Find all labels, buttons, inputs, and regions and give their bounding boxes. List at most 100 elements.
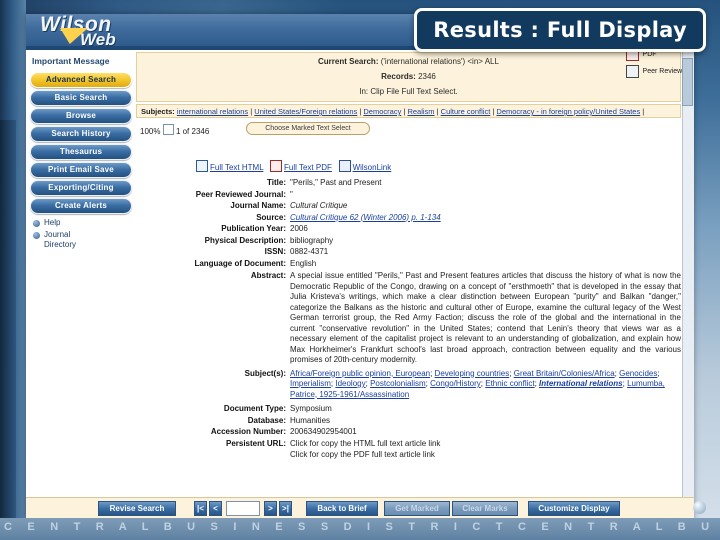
records-label: Records: — [381, 72, 416, 81]
field-document-type: Document Type: Symposium — [136, 404, 681, 415]
subject-bar-label: Subjects: — [141, 107, 175, 116]
scrollbar-thumb[interactable] — [682, 58, 693, 106]
first-page-button[interactable]: |< — [194, 501, 207, 516]
vertical-scrollbar[interactable] — [682, 50, 694, 498]
legend-item-peer-reviewed: Peer Reviewed — [625, 65, 690, 78]
record-subject-8[interactable]: Ethnic conflict — [485, 379, 534, 388]
sidebar-item-thesaurus[interactable]: Thesaurus — [30, 144, 132, 160]
footer-toolbar: Revise Search |< < > >| Back to Brief Ge… — [26, 497, 694, 520]
record-subject-9[interactable]: International relations — [539, 379, 623, 388]
field-persistent-url-pdf: Click for copy the PDF full text article… — [136, 450, 681, 461]
field-document-type-label: Document Type: — [223, 404, 286, 413]
sidebar-link-help[interactable]: Help — [44, 218, 60, 227]
subject-link-3[interactable]: Realism — [407, 107, 434, 116]
customize-display-button[interactable]: Customize Display — [528, 501, 620, 516]
slide-footer-band-text: C E N T R A L B U S I N E S S D I S T R … — [4, 521, 720, 533]
full-text-pdf-link[interactable]: Full Text PDF — [284, 163, 332, 172]
decorative-left-pillar-inner — [0, 120, 16, 540]
clear-marks-button[interactable]: Clear Marks — [452, 501, 518, 516]
slide-title-overlay: Results : Full Display — [414, 8, 706, 52]
field-journal-name-label: Journal Name: — [230, 201, 286, 210]
page-checkbox[interactable] — [162, 124, 174, 135]
field-subjects: Subject(s): Africa/Foreign public opinio… — [136, 369, 681, 401]
choose-marked-text-select-button[interactable]: Choose Marked Text Select — [246, 122, 370, 135]
wilsonlink-icon — [338, 160, 351, 172]
field-peer-reviewed-label: Peer Reviewed Journal: — [195, 189, 286, 199]
peer-reviewed-icon — [625, 65, 639, 78]
record-subject-2[interactable]: Great Britain/Colonies/Africa — [514, 369, 615, 378]
field-issn-label: ISSN: — [264, 247, 286, 256]
back-to-brief-button[interactable]: Back to Brief — [306, 501, 378, 516]
important-message: Important Message — [32, 56, 110, 66]
subject-link-4[interactable]: Culture conflict — [441, 107, 491, 116]
last-page-button[interactable]: >| — [279, 501, 292, 516]
legend-label-pdf: PDF — [642, 51, 657, 58]
sidebar-item-basic-search[interactable]: Basic Search — [30, 90, 132, 106]
main-content: Current Search: ('international relation… — [136, 50, 694, 498]
revise-search-button[interactable]: Revise Search — [98, 501, 176, 516]
field-peer-reviewed-value: " — [290, 189, 293, 199]
field-accession-number-value: 200634902954001 — [290, 427, 357, 436]
next-page-button[interactable]: > — [264, 501, 277, 516]
field-accession-number: Accession Number: 200634902954001 — [136, 427, 681, 438]
record-subject-3[interactable]: Genocides — [619, 369, 657, 378]
field-physical-description-label: Physical Description: — [204, 235, 286, 245]
sidebar-item-exporting-citing[interactable]: Exporting/Citing — [30, 180, 132, 196]
subject-link-5[interactable]: Democracy - in foreign policy/United Sta… — [496, 107, 640, 116]
field-abstract-value: A special issue entitled "Perils," Past … — [290, 271, 681, 364]
browser-window: Wilson Web Results: Full Display Importa… — [26, 14, 694, 520]
field-persistent-url-label: Persistent URL: — [225, 438, 286, 448]
field-abstract-label: Abstract: — [250, 271, 286, 280]
field-persistent-url-value[interactable]: Click for copy the HTML full text articl… — [290, 439, 681, 450]
sidebar-item-advanced-search[interactable]: Advanced Search — [30, 72, 132, 88]
field-language-value: English — [290, 258, 317, 268]
record-subject-6[interactable]: Postcolonialism — [370, 379, 426, 388]
field-journal-name-value: Cultural Critique — [290, 201, 348, 210]
record-toolbar: 100% 1 of 2346 — [140, 124, 209, 136]
record-fulltext-links: Full Text HTML Full Text PDF WilsonLink — [196, 160, 391, 172]
field-physical-description: Physical Description: bibliography — [136, 236, 681, 247]
field-language: Language of Document: English — [136, 259, 681, 270]
sidebar-item-print-email-save[interactable]: Print Email Save — [30, 162, 132, 178]
sidebar-link-directory[interactable]: Directory — [44, 240, 76, 249]
field-database: Database: Humanities — [136, 416, 681, 427]
subject-link-2[interactable]: Democracy — [363, 107, 401, 116]
field-persistent-url: Persistent URL: Click for copy the HTML … — [136, 439, 681, 450]
field-database-value: Humanities — [290, 415, 331, 425]
decorative-orb — [693, 501, 706, 514]
record-subject-7[interactable]: Congo/History — [430, 379, 481, 388]
field-language-label: Language of Document: — [194, 258, 286, 268]
field-document-type-value: Symposium — [290, 404, 332, 413]
field-title: Title: "Perils," Past and Present — [136, 178, 681, 189]
records-line: Records: 2346 — [143, 71, 674, 82]
sidebar: Important Message Advanced Search Basic … — [26, 50, 136, 498]
record-subject-0[interactable]: Africa/Foreign public opinion, European — [290, 369, 430, 378]
sidebar-link-journal[interactable]: Journal — [44, 230, 70, 239]
record-subject-1[interactable]: Developing countries — [435, 369, 510, 378]
field-source-value[interactable]: Cultural Critique 62 (Winter 2006) p. 1-… — [290, 213, 441, 222]
current-search-label: Current Search: — [318, 57, 379, 66]
subject-link-1[interactable]: United States/Foreign relations — [254, 107, 357, 116]
record-subject-4[interactable]: Imperialism — [290, 379, 331, 388]
get-marked-button[interactable]: Get Marked — [384, 501, 450, 516]
prev-page-button[interactable]: < — [209, 501, 222, 516]
field-publication-year-label: Publication Year: — [221, 224, 286, 233]
full-text-html-link[interactable]: Full Text HTML — [210, 163, 263, 172]
icon-legend: PDF Peer Reviewed — [625, 48, 690, 82]
subject-link-0[interactable]: international relations — [177, 107, 248, 116]
sidebar-item-create-alerts[interactable]: Create Alerts — [30, 198, 132, 214]
field-title-label: Title: — [267, 178, 286, 187]
field-abstract: Abstract: A special issue entitled "Peri… — [136, 271, 681, 366]
subject-links-bar: Subjects: international relations | Unit… — [136, 104, 681, 118]
record-subject-5[interactable]: Ideology — [335, 379, 365, 388]
sidebar-item-browse[interactable]: Browse — [30, 108, 132, 124]
field-source-label: Source: — [256, 212, 286, 222]
wilsonlink-link[interactable]: WilsonLink — [353, 163, 392, 172]
bullet-icon-help — [33, 220, 40, 227]
field-title-value: "Perils," Past and Present — [290, 178, 382, 187]
page-number-input[interactable] — [226, 501, 260, 516]
sidebar-item-search-history[interactable]: Search History — [30, 126, 132, 142]
record-fields: Title: "Perils," Past and Present Peer R… — [136, 178, 681, 462]
field-persistent-url-pdf-value[interactable]: Click for copy the PDF full text article… — [290, 450, 681, 461]
field-persistent-url-pdf-label — [136, 450, 290, 461]
